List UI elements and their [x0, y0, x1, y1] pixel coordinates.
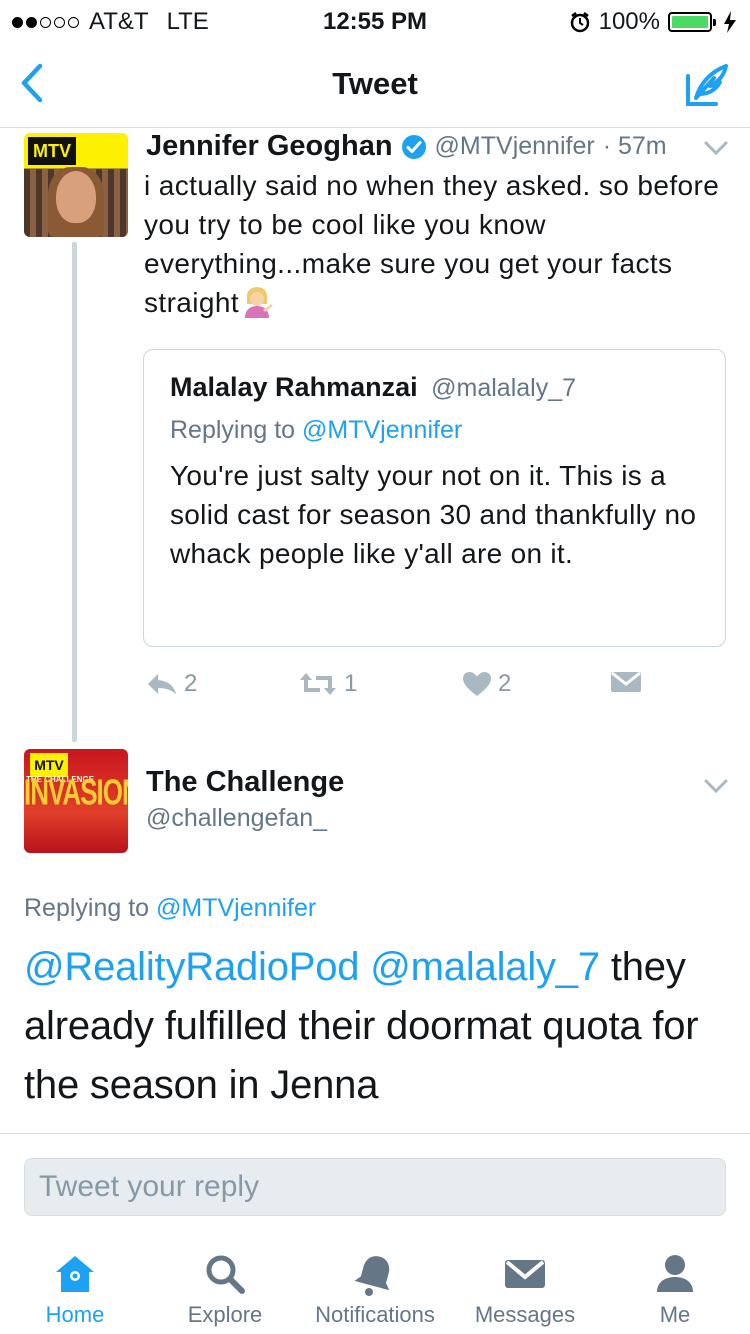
status-right: 100% [569, 8, 736, 36]
tab-messages-label: Messages [474, 1302, 576, 1327]
tab-me-label: Me [659, 1302, 691, 1327]
nav-bar: Tweet [0, 40, 750, 128]
person-icon [657, 1255, 693, 1292]
reply-count: 2 [184, 670, 198, 697]
tweet-options-chevron-icon[interactable] [703, 140, 729, 156]
bell-icon [354, 1256, 390, 1296]
replying-to-link[interactable]: @MTVjennifer [156, 894, 316, 922]
heart-icon [463, 672, 491, 696]
alarm-clock-icon [570, 12, 589, 33]
home-icon [56, 1256, 94, 1292]
tweet-text: i actually said no when they asked. so b… [144, 170, 720, 318]
reply-icon [148, 674, 176, 694]
tweet-options-chevron-icon[interactable] [703, 778, 729, 794]
direct-message-action[interactable] [610, 670, 642, 694]
avatar-jennifer[interactable]: MTV [24, 133, 128, 237]
battery-percent: 100% [598, 8, 660, 35]
quoted-header: Malalay Rahmanzai @malalaly_7 [170, 372, 576, 403]
tab-bar: Home Explore Notifications Messages Me [0, 1236, 750, 1334]
compose-tweet-icon[interactable] [684, 62, 730, 108]
quoted-replying-link[interactable]: @MTVjennifer [302, 416, 462, 444]
author-name[interactable]: The Challenge [146, 766, 344, 799]
quoted-author-name: Malalay Rahmanzai [170, 372, 418, 402]
quoted-author-handle: @malalaly_7 [431, 374, 577, 402]
mention-link[interactable]: @RealityRadioPod [24, 945, 360, 989]
quoted-replying-to: Replying to @MTVjennifer [170, 416, 463, 444]
tweet-time: · 57m [602, 132, 667, 160]
tab-explore[interactable]: Explore [150, 1236, 300, 1334]
quoted-tweet-card[interactable]: Malalay Rahmanzai @malalaly_7 Replying t… [143, 349, 726, 647]
verified-badge-icon [401, 134, 426, 159]
tab-notifications[interactable]: Notifications [300, 1236, 450, 1334]
mtv-logo: MTV [28, 137, 76, 165]
reply-composer[interactable] [24, 1158, 726, 1216]
like-count: 2 [498, 670, 512, 697]
reply-input[interactable] [25, 1159, 725, 1215]
avatar-the-challenge[interactable]: MTV THE CHALLENGE INVASION [24, 749, 128, 853]
reply-action[interactable]: 2 [146, 670, 197, 698]
tweet-text: @RealityRadioPod @malalaly_7 they alread… [24, 945, 699, 1107]
tweet-action-bar: 2 1 2 [146, 670, 706, 706]
page-title: Tweet [332, 66, 418, 101]
invasion-logo-text: INVASION [24, 770, 128, 813]
tweet1-header: Jennifer Geoghan @MTVjennifer · 57m [146, 130, 667, 163]
divider [0, 1133, 750, 1134]
replying-to: Replying to @MTVjennifer [24, 894, 317, 922]
tab-me[interactable]: Me [600, 1236, 750, 1334]
like-action[interactable]: 2 [462, 670, 511, 698]
tab-notifications-label: Notifications [315, 1302, 435, 1327]
status-bar: AT&T LTE 12:55 PM 100% [0, 0, 750, 40]
envelope-icon [611, 671, 641, 692]
author-name[interactable]: Jennifer Geoghan [146, 130, 393, 163]
quoted-tweet-text: You're just salty your not on it. This i… [170, 460, 697, 569]
thread-connector-line [72, 242, 77, 742]
mention-link[interactable]: @malalaly_7 [370, 945, 600, 989]
tab-home[interactable]: Home [0, 1236, 150, 1334]
tab-messages[interactable]: Messages [450, 1236, 600, 1334]
envelope-icon [505, 1260, 545, 1288]
author-handle[interactable]: @challengefan_ [146, 804, 327, 833]
search-icon [206, 1255, 245, 1294]
retweet-count: 1 [344, 670, 358, 697]
tab-home-label: Home [45, 1302, 105, 1327]
retweet-icon [300, 673, 336, 695]
person-tipping-hand-emoji-icon [241, 286, 274, 318]
charging-bolt-icon [724, 11, 736, 33]
retweet-action[interactable]: 1 [298, 670, 357, 698]
tab-explore-label: Explore [187, 1302, 263, 1327]
battery-icon [668, 12, 716, 32]
author-handle[interactable]: @MTVjennifer [435, 132, 595, 161]
